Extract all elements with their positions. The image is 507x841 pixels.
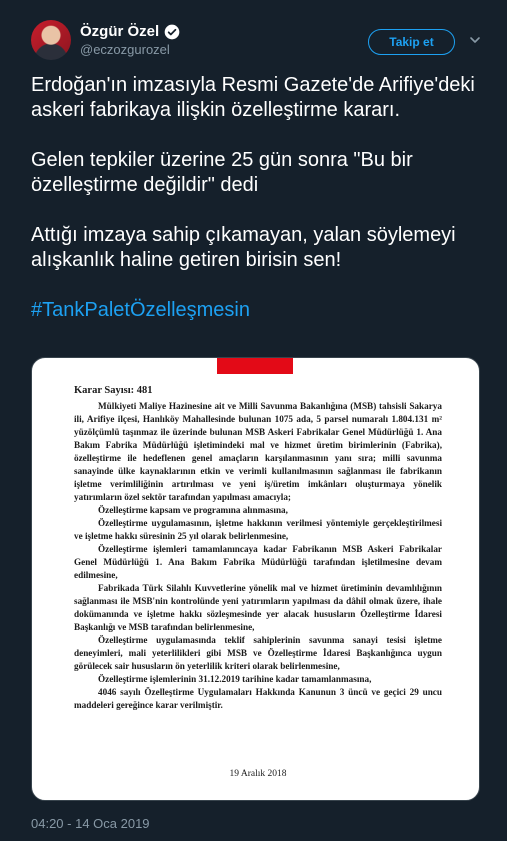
tweet-paragraph: Erdoğan'ın imzasıyla Resmi Gazete'de Ari… (31, 74, 475, 121)
author-handle[interactable]: @eczozgurozel (80, 42, 170, 57)
document-date: 19 Aralık 2018 (229, 769, 287, 779)
tweet-text: Erdoğan'ın imzasıyla Resmi Gazete'de Ari… (31, 73, 486, 323)
document-paragraph: Özelleştirme kapsam ve programına alınma… (98, 505, 288, 515)
tweet-header: Özgür Özel @eczozgurozel Takip et (31, 20, 487, 64)
document-paragraph: Özelleştirme işlemleri tamamlanıncaya ka… (74, 544, 442, 580)
document-paragraph: Özelleştirme uygulamasının, işletme hakk… (74, 518, 442, 541)
document-paragraph: Mülkiyeti Maliye Hazinesine ait ve Milli… (74, 401, 442, 502)
avatar[interactable] (31, 20, 71, 60)
document-heading: Karar Sayısı: 481 (74, 385, 153, 396)
document-paragraph: Özelleştirme işlemlerinin 31.12.2019 tar… (98, 674, 372, 684)
chevron-down-icon[interactable] (469, 34, 481, 46)
follow-button[interactable]: Takip et (368, 29, 455, 55)
flag-emblem (217, 358, 293, 374)
document-paragraph: 4046 sayılı Özelleştirme Uygulamaları Ha… (74, 687, 442, 710)
hashtag-link[interactable]: #TankPaletÖzelleşmesin (31, 298, 486, 323)
author-name-row[interactable]: Özgür Özel (80, 23, 180, 40)
tweet-media-image[interactable]: Karar Sayısı: 481 Mülkiyeti Maliye Hazin… (31, 357, 480, 801)
verified-badge-icon (164, 24, 180, 39)
decree-document: Karar Sayısı: 481 Mülkiyeti Maliye Hazin… (74, 384, 442, 779)
tweet-paragraph: Attığı imzaya sahip çıkamayan, yalan söy… (31, 224, 456, 271)
document-paragraph: Fabrikada Türk Silahlı Kuvvetlerine yöne… (74, 583, 442, 632)
document-paragraph: Özelleştirme uygulamasında teklif sahipl… (74, 635, 442, 671)
tweet-paragraph: Gelen tepkiler üzerine 25 gün sonra "Bu … (31, 149, 413, 196)
author-display-name[interactable]: Özgür Özel (80, 23, 159, 40)
tweet-timestamp[interactable]: 04:20 - 14 Oca 2019 (31, 816, 150, 831)
